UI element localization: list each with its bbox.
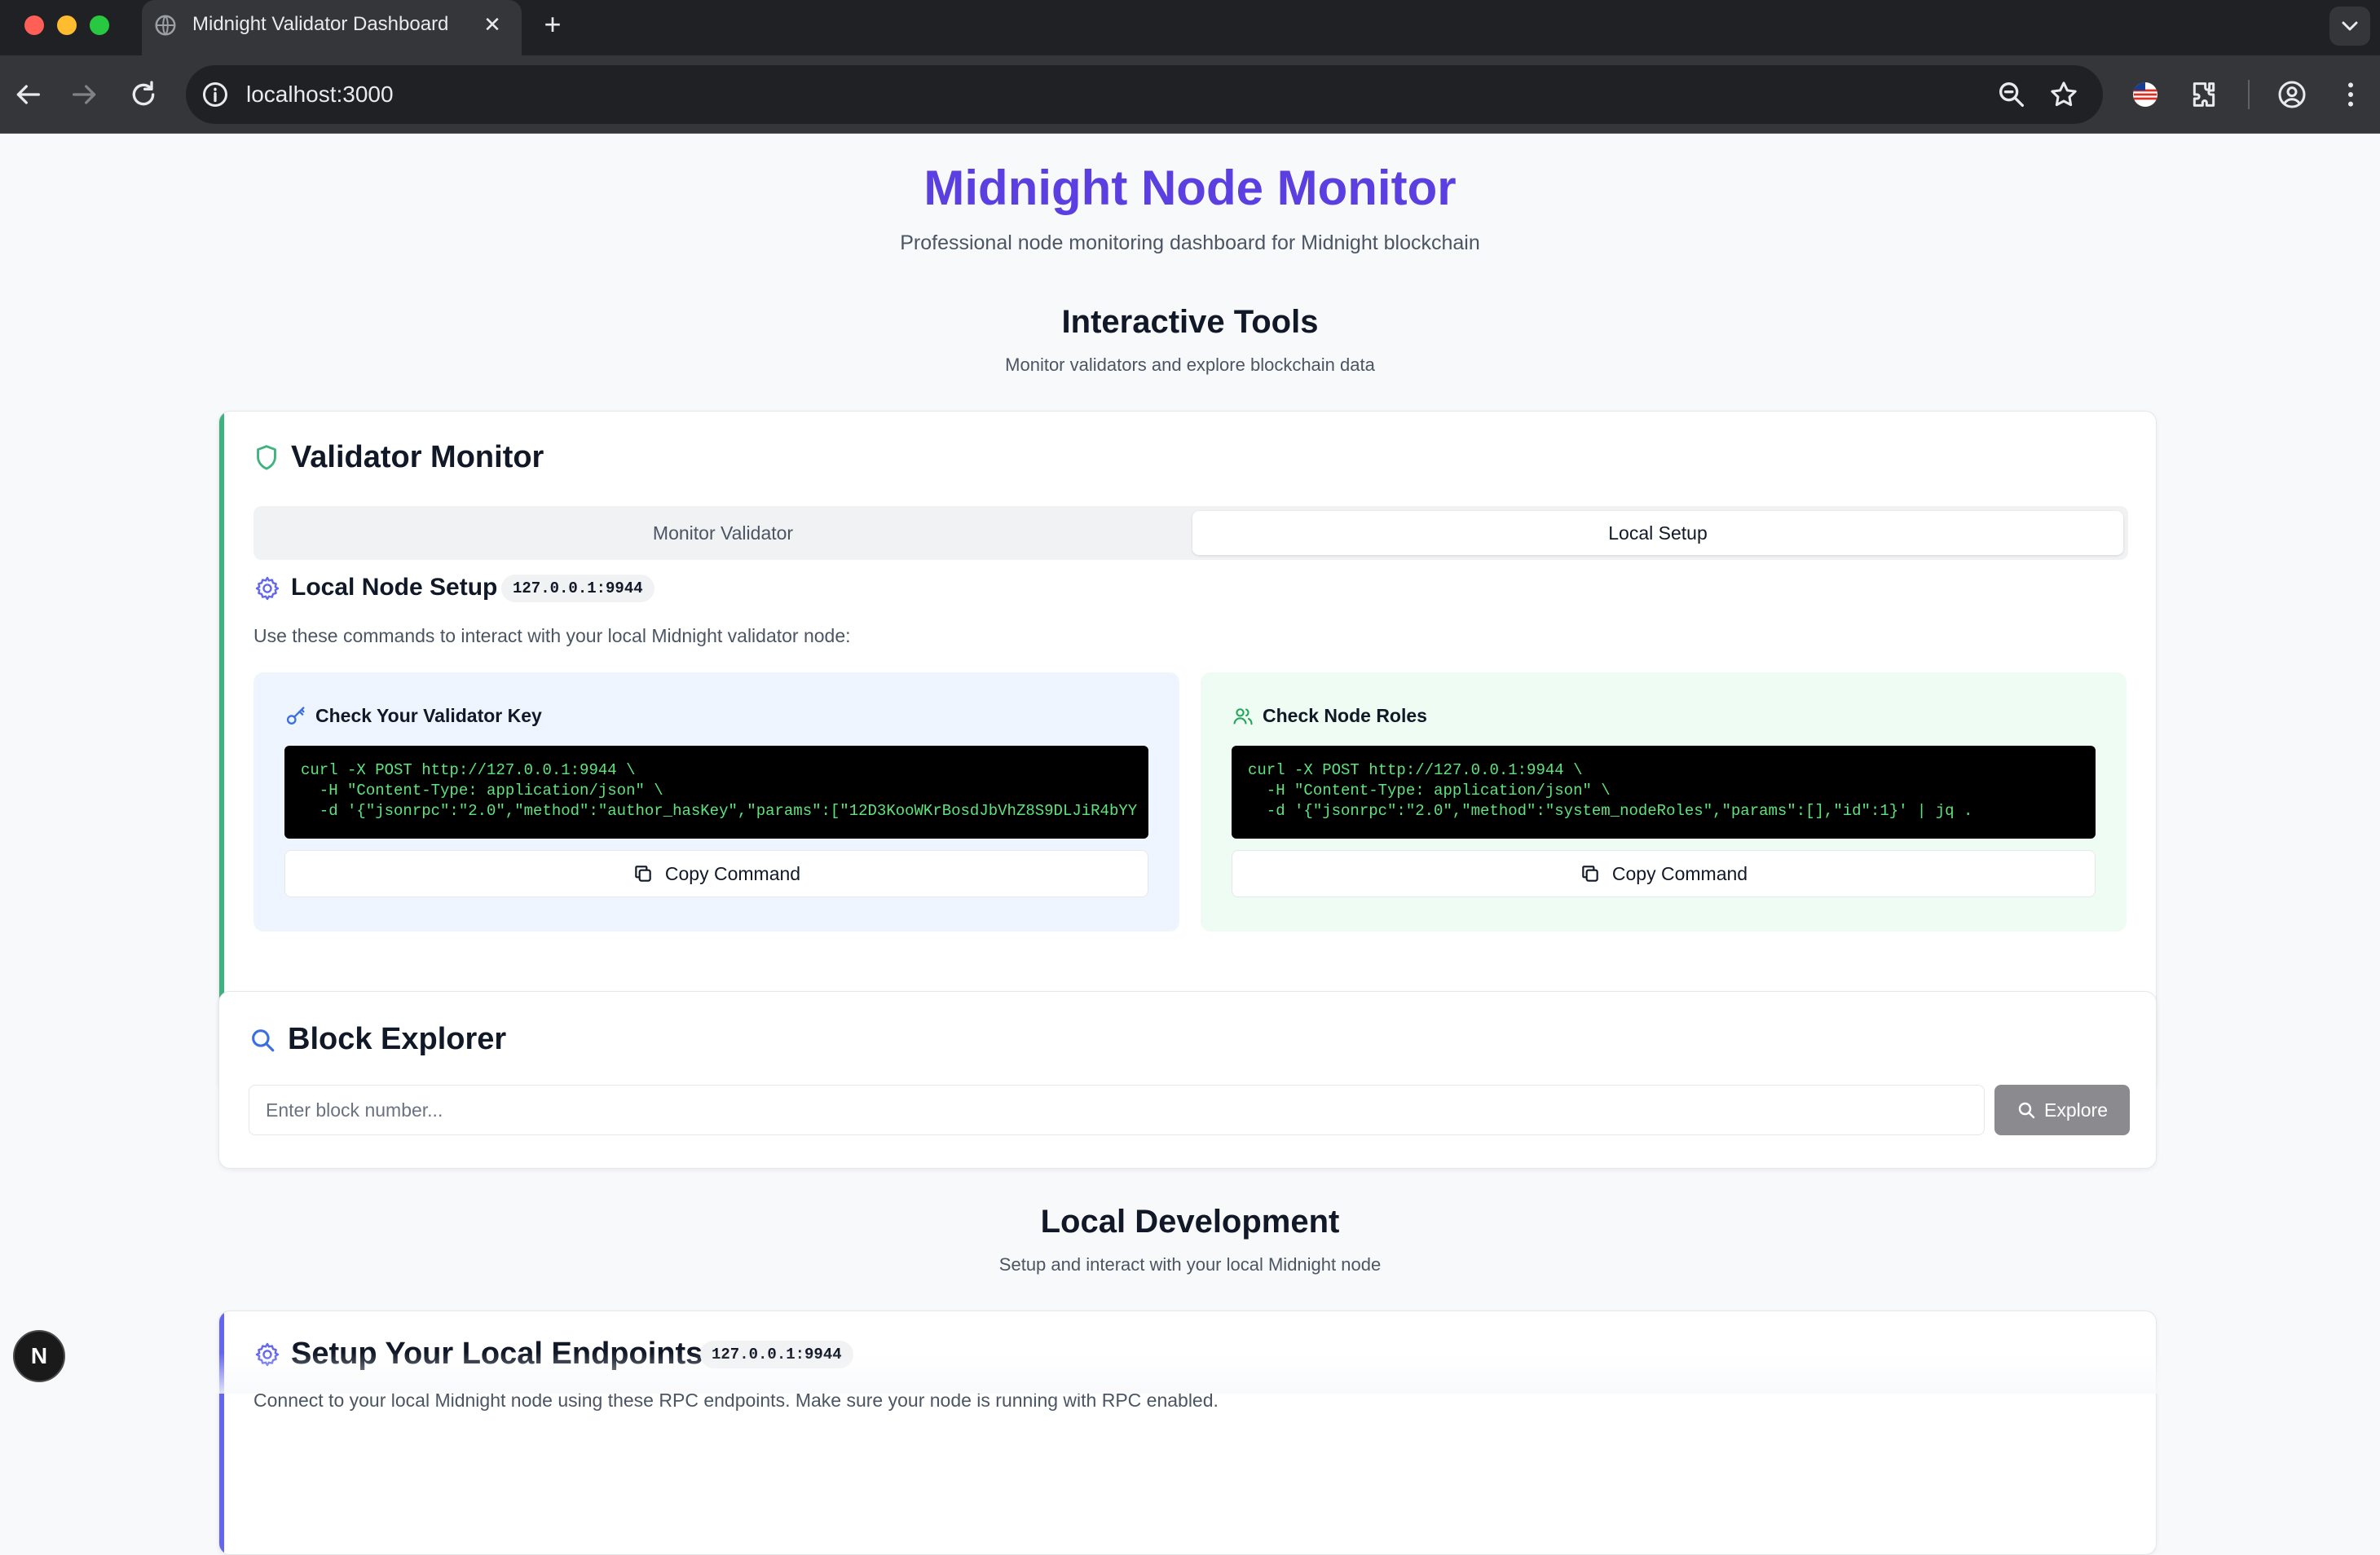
more-menu-icon[interactable] [2334, 78, 2367, 111]
tab-title: Midnight Validator Dashboard [192, 13, 449, 35]
next-devtools-button[interactable]: N [13, 1330, 65, 1382]
bottom-fade [0, 1353, 2380, 1394]
code-line: -d '{"jsonrpc":"2.0","method":"system_no… [1248, 802, 1973, 820]
copy-node-roles-command-button[interactable]: Copy Command [1232, 850, 2096, 897]
validator-key-title: Check Your Validator Key [315, 705, 542, 726]
validator-monitor-card: Validator Monitor Monitor Validator Loca… [218, 411, 2157, 1092]
url-text[interactable]: localhost:3000 [246, 78, 394, 111]
card-accent-bar [219, 1311, 224, 1554]
forward-arrow-icon[interactable] [68, 78, 101, 111]
new-tab-button[interactable]: + [538, 10, 567, 39]
code-line: curl -X POST http://127.0.0.1:9944 \ [301, 761, 636, 779]
copy-validator-key-command-button[interactable]: Copy Command [284, 850, 1148, 897]
browser-chrome: Midnight Validator Dashboard ✕ + localho… [0, 0, 2380, 134]
local-node-setup-title: Local Node Setup [291, 574, 498, 601]
section-title-interactive-tools: Interactive Tools [1061, 304, 1319, 340]
block-explorer-title: Block Explorer [288, 1022, 507, 1056]
copy-button-content: Copy Command [1232, 851, 2095, 896]
node-roles-title: Check Node Roles [1263, 705, 1427, 726]
shield-icon [253, 444, 280, 476]
local-setup-description: Use these commands to interact with your… [253, 625, 851, 646]
zoom-icon[interactable] [1995, 78, 2028, 111]
block-number-input[interactable] [249, 1085, 1985, 1135]
reload-icon[interactable] [127, 78, 160, 111]
code-line: -H "Content-Type: application/json" \ [1248, 782, 1611, 800]
close-window-button[interactable] [24, 15, 44, 35]
explore-button-label: Explore [2044, 1099, 2108, 1121]
globe-icon [153, 13, 178, 42]
card-accent-bar [219, 412, 224, 1091]
extension-flag-icon[interactable] [2129, 78, 2162, 111]
toolbar-divider [2248, 80, 2250, 109]
tab-close-icon[interactable]: ✕ [479, 11, 505, 37]
tab-monitor-validator[interactable]: Monitor Validator [258, 511, 1188, 555]
validator-key-panel: Check Your Validator Key curl -X POST ht… [253, 672, 1179, 932]
validator-monitor-title: Validator Monitor [291, 440, 544, 474]
validator-key-code-block[interactable]: curl -X POST http://127.0.0.1:9944 \ -H … [284, 746, 1148, 839]
page-title: Midnight Node Monitor [923, 161, 1457, 215]
section-subtitle-local-development: Setup and interact with your local Midni… [998, 1254, 1382, 1275]
local-endpoints-card: Setup Your Local Endpoints 127.0.0.1:994… [218, 1311, 2157, 1555]
code-line: curl -X POST http://127.0.0.1:9944 \ [1248, 761, 1583, 779]
endpoint-badge: 127.0.0.1:9944 [501, 575, 654, 602]
page-subtitle: Professional node monitoring dashboard f… [900, 231, 1480, 254]
node-roles-code-block[interactable]: curl -X POST http://127.0.0.1:9944 \ -H … [1232, 746, 2096, 839]
search-icon [2018, 1102, 2035, 1119]
site-info-icon[interactable] [201, 80, 230, 113]
users-icon [1232, 705, 1254, 732]
profile-avatar-icon[interactable] [2276, 78, 2308, 111]
copy-button-label: Copy Command [664, 863, 801, 884]
page-content: Midnight Node Monitor Professional node … [0, 134, 2380, 1555]
copy-icon [635, 866, 651, 882]
tab-search-button[interactable] [2329, 7, 2370, 46]
validator-tabs: Monitor Validator Local Setup [253, 506, 2128, 560]
copy-button-label: Copy Command [1611, 863, 1748, 884]
extensions-puzzle-icon[interactable] [2188, 78, 2220, 111]
copy-icon [1582, 866, 1598, 882]
back-arrow-icon[interactable] [11, 78, 44, 111]
section-subtitle-interactive-tools: Monitor validators and explore blockchai… [1005, 355, 1375, 375]
maximize-window-button[interactable] [90, 15, 109, 35]
key-icon [284, 705, 307, 732]
address-bar[interactable] [186, 65, 2103, 124]
search-icon [249, 1026, 276, 1058]
copy-button-content: Copy Command [285, 851, 1148, 896]
node-roles-panel: Check Node Roles curl -X POST http://127… [1201, 672, 2127, 932]
minimize-window-button[interactable] [57, 15, 77, 35]
section-title-local-development: Local Development [1040, 1204, 1340, 1240]
bookmark-star-icon[interactable] [2047, 78, 2080, 111]
code-line: -d '{"jsonrpc":"2.0","method":"author_ha… [301, 802, 1138, 820]
gear-icon [253, 575, 281, 606]
tab-local-setup[interactable]: Local Setup [1192, 511, 2123, 555]
block-explorer-card: Block Explorer Explore [218, 991, 2157, 1169]
explore-button[interactable]: Explore [1994, 1085, 2130, 1135]
code-line: -H "Content-Type: application/json" \ [301, 782, 663, 800]
